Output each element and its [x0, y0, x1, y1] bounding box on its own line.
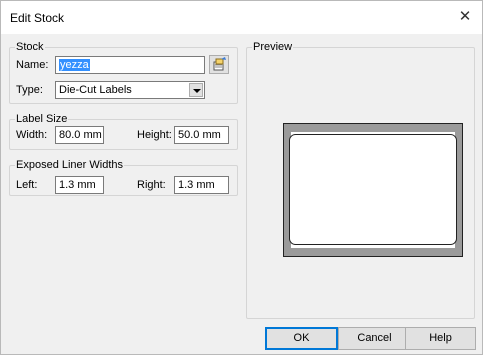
- chevron-down-icon[interactable]: [189, 83, 203, 97]
- right-liner-field[interactable]: 1.3 mm: [174, 176, 229, 194]
- left-label: Left:: [16, 179, 38, 191]
- liner-strip-bottom: [291, 248, 455, 256]
- preview-legend: Preview: [253, 41, 293, 53]
- liner-widths-legend: Exposed Liner Widths: [16, 159, 123, 171]
- height-field[interactable]: 50.0 mm: [174, 126, 229, 144]
- properties-icon: [213, 57, 226, 71]
- right-label: Right:: [137, 179, 166, 191]
- label-preview: [283, 123, 463, 257]
- left-liner-field[interactable]: 1.3 mm: [55, 176, 104, 194]
- type-value: Die-Cut Labels: [59, 84, 132, 96]
- stock-legend: Stock: [16, 41, 44, 53]
- width-field[interactable]: 80.0 mm: [55, 126, 104, 144]
- width-label: Width:: [16, 129, 48, 141]
- title-bar: Edit Stock ✕: [1, 1, 482, 34]
- label-shape: [289, 134, 457, 245]
- label-size-legend: Label Size: [16, 113, 68, 125]
- ok-button[interactable]: OK: [265, 327, 338, 350]
- height-label: Height:: [137, 129, 172, 141]
- properties-button[interactable]: [209, 55, 229, 74]
- liner-strip-top: [291, 124, 455, 132]
- type-select[interactable]: Die-Cut Labels: [55, 81, 205, 99]
- name-label: Name:: [16, 59, 49, 71]
- name-field[interactable]: yezza: [55, 56, 205, 74]
- edit-stock-dialog: Edit Stock ✕ Stock Name: yezza Type: Die…: [0, 0, 483, 355]
- dialog-title: Edit Stock: [10, 11, 65, 25]
- help-button[interactable]: Help: [405, 327, 476, 350]
- close-icon[interactable]: ✕: [454, 7, 476, 27]
- name-value: yezza: [59, 59, 90, 71]
- type-label: Type:: [16, 84, 43, 96]
- cancel-button[interactable]: Cancel: [338, 327, 411, 350]
